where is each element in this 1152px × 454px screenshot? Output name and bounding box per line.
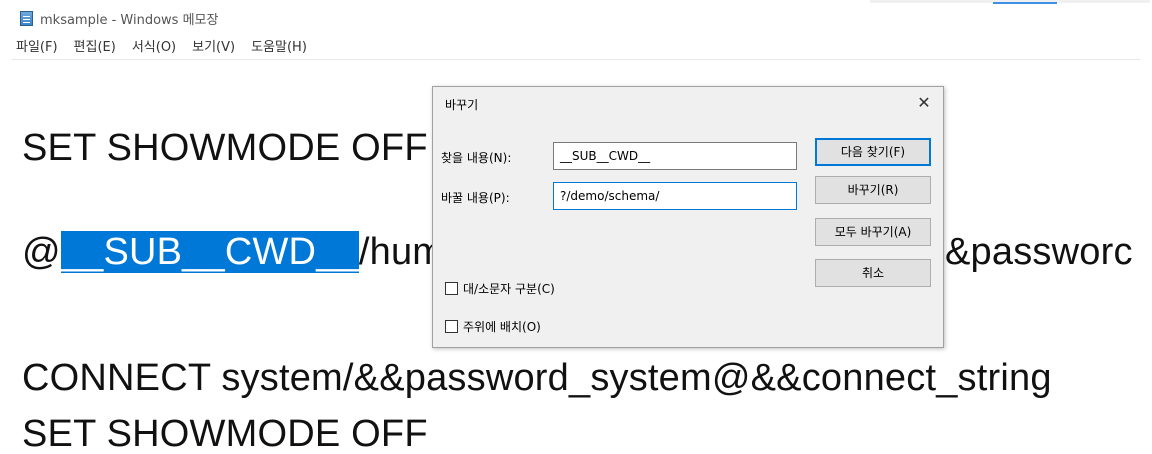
replace-dialog: 바꾸기 ✕ 찾을 내용(N): __SUB__CWD__ 바꿀 내용(P): ?…	[432, 86, 944, 348]
close-icon[interactable]: ✕	[913, 93, 935, 112]
wrap-around-checkbox[interactable]: 주위에 배치(O)	[445, 318, 541, 335]
replace-label: 바꿀 내용(P):	[441, 191, 510, 205]
editor-line-3: CONNECT system/&&password_system@&&conne…	[22, 357, 1052, 399]
line-prefix: @	[22, 231, 61, 273]
window-title: mksample - Windows 메모장	[40, 13, 219, 28]
notepad-icon	[20, 11, 33, 26]
replace-all-button[interactable]: 모두 바꾸기(A)	[815, 218, 931, 246]
checkbox-box[interactable]	[445, 320, 458, 333]
editor-line-2-tail: &passworc	[945, 231, 1133, 273]
match-case-label: 대/소문자 구분(C)	[463, 282, 555, 296]
wrap-around-label: 주위에 배치(O)	[463, 320, 541, 334]
menu-format[interactable]: 서식(O)	[130, 36, 178, 56]
replace-input[interactable]: ?/demo/schema/	[553, 182, 797, 210]
dialog-title: 바꾸기	[445, 98, 479, 112]
find-label: 찾을 내용(N):	[441, 151, 512, 165]
menu-bar: 파일(F) 편집(E) 서식(O) 보기(V) 도움말(H)	[14, 36, 309, 56]
menu-help[interactable]: 도움말(H)	[249, 36, 309, 56]
editor-line-2: @__SUB__CWD__/hum	[22, 230, 444, 274]
replace-button[interactable]: 바꾸기(R)	[815, 176, 931, 204]
active-tab-indicator	[993, 2, 1057, 4]
menu-edit[interactable]: 편집(E)	[72, 36, 118, 56]
checkbox-box[interactable]	[445, 282, 458, 295]
find-next-button[interactable]: 다음 찾기(F)	[815, 138, 931, 166]
editor-line-4: SET SHOWMODE OFF	[22, 413, 428, 454]
match-case-checkbox[interactable]: 대/소문자 구분(C)	[445, 280, 555, 297]
find-input[interactable]: __SUB__CWD__	[553, 142, 797, 170]
title-bar: mksample - Windows 메모장	[0, 0, 1152, 32]
menu-view[interactable]: 보기(V)	[190, 36, 237, 56]
selected-text: __SUB__CWD__	[60, 231, 359, 273]
editor-line-1: SET SHOWMODE OFF	[22, 127, 428, 169]
cancel-button[interactable]: 취소	[815, 259, 931, 287]
menu-file[interactable]: 파일(F)	[14, 36, 60, 56]
